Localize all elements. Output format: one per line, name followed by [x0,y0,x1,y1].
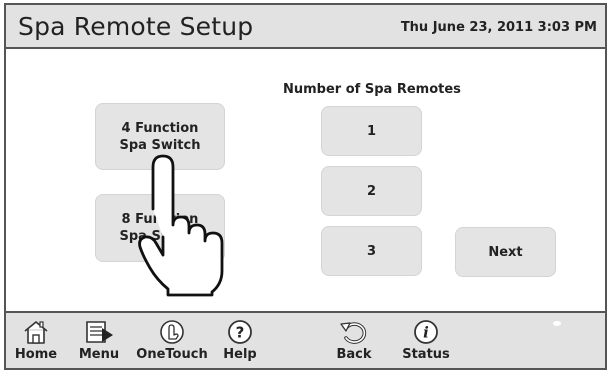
svg-text:?: ? [236,324,245,342]
toolbar-back-label: Back [336,347,372,362]
next-button[interactable]: Next [455,227,556,277]
menu-icon [86,321,113,343]
bottom-toolbar: Home Menu OneTouch ? Help Back i Status [6,311,605,368]
date-time: Thu June 23, 2011 3:03 PM [400,20,597,35]
toolbar-back[interactable]: Back [329,313,379,368]
device-screen: Spa Remote Setup Thu June 23, 2011 3:03 … [4,3,607,370]
toolbar-menu-label: Menu [78,347,120,362]
indicator-light [553,321,561,326]
button-label-line2: Spa Switch [119,137,201,153]
onetouch-icon [160,320,184,344]
page-title: Spa Remote Setup [18,12,254,41]
remote-count-3-button[interactable]: 3 [321,226,422,276]
home-icon [24,321,48,344]
toolbar-onetouch-label: OneTouch [136,347,208,362]
toolbar-home[interactable]: Home [10,313,62,368]
help-icon: ? [228,320,252,344]
toolbar-help[interactable]: ? Help [215,313,265,368]
svg-text:i: i [423,324,429,342]
remote-count-1-button[interactable]: 1 [321,106,422,156]
remotes-count-label: Number of Spa Remotes [283,82,461,97]
back-icon [340,322,367,344]
toolbar-status-label: Status [402,347,450,362]
toolbar-home-label: Home [14,347,58,362]
toolbar-help-label: Help [223,347,257,362]
button-label-line1: 4 Function [121,120,199,136]
status-icon: i [414,320,438,344]
toolbar-menu[interactable]: Menu [73,313,125,368]
pointing-hand-icon [138,154,224,297]
header-bar: Spa Remote Setup Thu June 23, 2011 3:03 … [6,5,605,49]
toolbar-onetouch[interactable]: OneTouch [136,313,208,368]
toolbar-status[interactable]: i Status [398,313,454,368]
remote-count-2-button[interactable]: 2 [321,166,422,216]
